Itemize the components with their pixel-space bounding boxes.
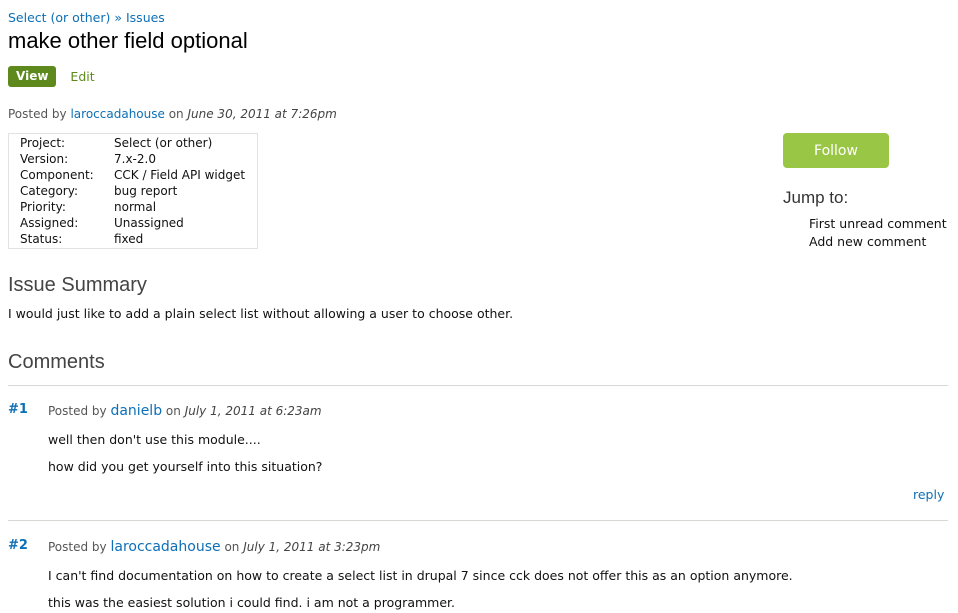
comment-date: July 1, 2011 at 6:23am: [184, 404, 322, 418]
meta-key: Priority:: [20, 200, 66, 214]
meta-value: bug report: [114, 184, 178, 198]
meta-value: fixed: [114, 232, 144, 246]
meta-row-status: Status: fixed: [9, 231, 257, 247]
comment-on: on: [224, 540, 240, 554]
comment-author-link[interactable]: laroccadahouse: [110, 539, 220, 555]
comment-body-line: this was the easiest solution i could fi…: [48, 595, 455, 610]
meta-value: normal: [114, 200, 157, 214]
posted-on: on: [168, 107, 184, 121]
comment-body-line: I can't find documentation on how to cre…: [48, 568, 793, 583]
jump-add-comment-link[interactable]: Add new comment: [809, 233, 947, 251]
meta-row-assigned: Assigned: Unassigned: [9, 215, 257, 231]
tab-edit[interactable]: Edit: [70, 69, 94, 84]
posted-prefix: Posted by: [8, 107, 67, 121]
comment-posted-prefix: Posted by: [48, 540, 107, 554]
meta-value: 7.x-2.0: [114, 152, 156, 166]
meta-key: Assigned:: [20, 216, 79, 230]
meta-key: Project:: [20, 136, 66, 150]
comment-author-link[interactable]: danielb: [110, 403, 162, 419]
issue-summary-text: I would just like to add a plain select …: [8, 306, 514, 321]
jump-first-unread-link[interactable]: First unread comment: [809, 215, 947, 233]
breadcrumb-project-link[interactable]: Select (or other): [8, 10, 110, 25]
divider: [8, 385, 948, 386]
comment-number-link[interactable]: #2: [8, 538, 28, 553]
meta-row-version: Version: 7.x-2.0: [9, 151, 257, 167]
jump-to-list: First unread comment Add new comment: [809, 215, 947, 251]
comment-date: July 1, 2011 at 3:23pm: [243, 540, 381, 554]
meta-key: Component:: [20, 168, 94, 182]
tab-view[interactable]: View: [8, 66, 57, 87]
posted-info: Posted by laroccadahouse on June 30, 201…: [8, 107, 337, 121]
comment-on: on: [165, 404, 181, 418]
issue-metadata-table: Project: Select (or other) Version: 7.x-2.…: [8, 133, 258, 249]
author-link[interactable]: laroccadahouse: [70, 107, 164, 121]
reply-link[interactable]: reply: [913, 487, 944, 502]
breadcrumb-issues-link[interactable]: Issues: [126, 10, 165, 25]
meta-value: Select (or other): [114, 136, 213, 150]
comment-meta: Posted by danielb on July 1, 2011 at 6:2…: [48, 403, 322, 419]
meta-value: Unassigned: [114, 216, 184, 230]
meta-key: Version:: [20, 152, 69, 166]
comment-body-line: well then don't use this module....: [48, 432, 261, 447]
issue-summary-heading: Issue Summary: [8, 274, 147, 296]
comment-body-line: how did you get yourself into this situa…: [48, 459, 323, 474]
comment-number-link[interactable]: #1: [8, 402, 28, 417]
tabs: View Edit: [8, 66, 95, 87]
meta-row-category: Category: bug report: [9, 183, 257, 199]
meta-key: Category:: [20, 184, 78, 198]
meta-key: Status:: [20, 232, 63, 246]
meta-row-component: Component: CCK / Field API widget: [9, 167, 257, 183]
meta-row-project: Project: Select (or other): [9, 135, 257, 151]
page-title: make other field optional: [8, 28, 248, 53]
posted-date: June 30, 2011 at 7:26pm: [187, 107, 337, 121]
comment-posted-prefix: Posted by: [48, 404, 107, 418]
breadcrumb-separator: »: [114, 10, 122, 25]
divider: [8, 520, 948, 521]
jump-to-heading: Jump to:: [783, 188, 849, 207]
follow-button[interactable]: Follow: [783, 133, 889, 168]
meta-row-priority: Priority: normal: [9, 199, 257, 215]
comment-meta: Posted by laroccadahouse on July 1, 2011…: [48, 539, 380, 555]
meta-value: CCK / Field API widget: [114, 168, 246, 182]
comments-heading: Comments: [8, 351, 105, 373]
breadcrumb: Select (or other) » Issues: [8, 10, 165, 25]
